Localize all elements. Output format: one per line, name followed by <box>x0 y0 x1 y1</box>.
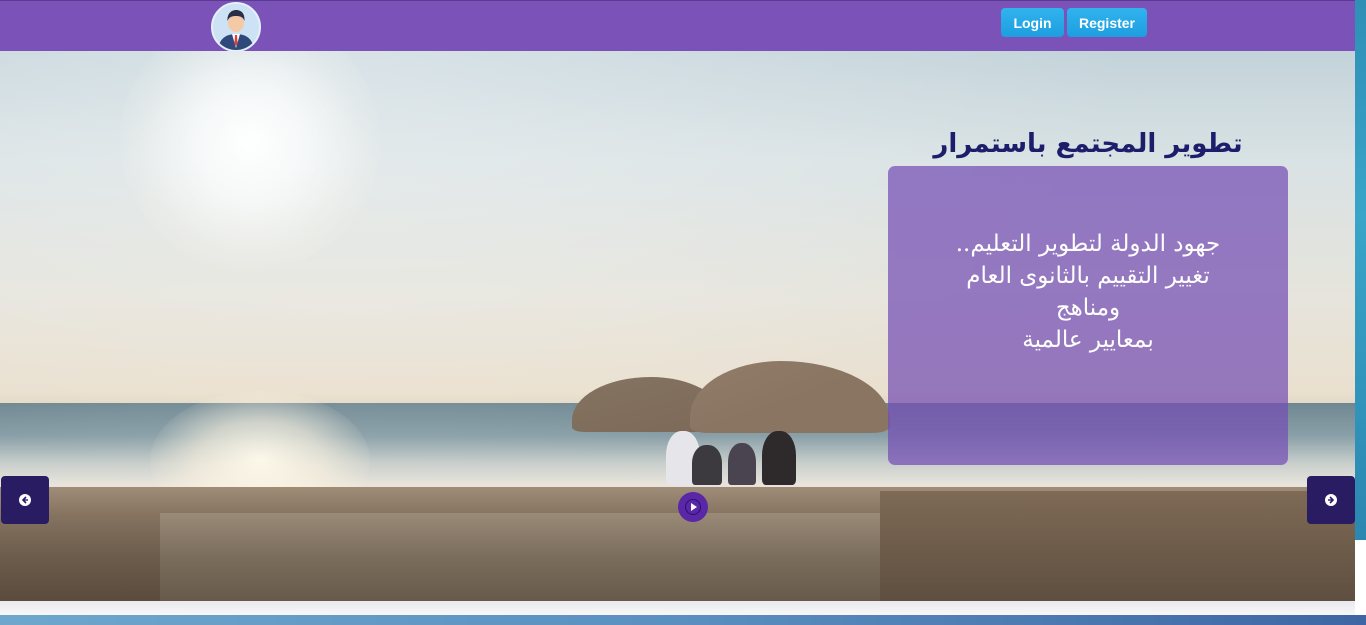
caption-line: جهود الدولة لتطوير التعليم.. <box>955 231 1221 257</box>
caption-line: ومناهج <box>1055 295 1121 321</box>
caption-line: بمعايير عالمية <box>1022 327 1154 353</box>
slider-prev-button[interactable] <box>1 476 49 524</box>
arrow-left-circle-icon <box>19 494 31 506</box>
arrow-right-circle-icon <box>1325 494 1337 506</box>
section-divider <box>0 601 1355 615</box>
slide-caption-box: جهود الدولة لتطوير التعليم.. تغيير التقي… <box>888 166 1288 465</box>
top-navbar: Login Register <box>0 0 1355 52</box>
slide-title: تطوير المجتمع باستمرار <box>933 129 1243 159</box>
hero-slider: تطوير المجتمع باستمرار جهود الدولة لتطوي… <box>0 51 1355 601</box>
register-button[interactable]: Register <box>1067 8 1147 37</box>
user-avatar-icon[interactable] <box>211 2 261 52</box>
next-section-band <box>0 615 1366 625</box>
auth-buttons: Login Register <box>1001 8 1147 37</box>
page-edge <box>1355 0 1366 540</box>
caption-line: تغيير التقييم بالثانوى العام <box>966 263 1210 289</box>
page-edge-lower <box>1355 540 1366 625</box>
play-circle-icon[interactable] <box>678 492 708 522</box>
login-button[interactable]: Login <box>1001 8 1064 37</box>
slide-caption: جهود الدولة لتطوير التعليم.. تغيير التقي… <box>888 228 1288 356</box>
slider-next-button[interactable] <box>1307 476 1355 524</box>
